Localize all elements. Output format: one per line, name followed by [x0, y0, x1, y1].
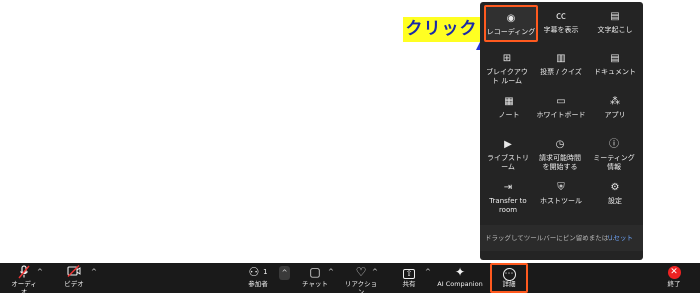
- menu-item-label: ホワイトボード: [536, 111, 586, 119]
- menu-item-polls[interactable]: ▥ 投票 / クイズ: [534, 53, 588, 77]
- share-icon: ⇧: [398, 265, 420, 280]
- share-label: 共有: [402, 280, 416, 288]
- menu-item-label: 請求可能時間を開始する: [539, 154, 581, 171]
- chat-button[interactable]: ▢ チャット: [302, 265, 328, 288]
- cc-icon: ㏄: [556, 11, 566, 22]
- menu-item-whiteboard[interactable]: ▭ ホワイトボード: [534, 96, 588, 120]
- more-menu-panel: ◉ レコーディング ㏄ 字幕を表示 ▤ 文字起こし ⊞ ブレイクアウト ルーム …: [480, 2, 643, 260]
- billable-time-icon: ◷: [555, 139, 565, 150]
- more-button[interactable]: ⋯ 詳細: [492, 265, 526, 288]
- meeting-toolbar: オーディオ ^ ビデオ ^ ⚇ 1 参加者 ^ ▢ チャット ^ ♡ リアクショ…: [0, 263, 700, 293]
- menu-item-label: ホストツール: [540, 197, 582, 205]
- panel-footer: ドラッグしてツールバーにピン留めまたは... リセット: [480, 225, 643, 251]
- breakout-rooms-icon: ⊞: [502, 53, 512, 64]
- menu-item-settings[interactable]: ⚙ 設定: [588, 182, 642, 206]
- menu-item-label: 投票 / クイズ: [540, 68, 582, 76]
- chat-options-caret[interactable]: ^: [328, 268, 334, 276]
- video-off-glyph: [67, 265, 81, 277]
- menu-item-recording[interactable]: ◉ レコーディング: [484, 5, 538, 42]
- menu-item-label: ブレイクアウト ルーム: [486, 68, 528, 85]
- transcript-icon: ▤: [610, 11, 620, 22]
- menu-item-host-tools[interactable]: ⛨ ホストツール: [534, 182, 588, 206]
- livestream-icon: ▶: [504, 139, 512, 150]
- mic-muted-glyph: [18, 265, 30, 279]
- menu-item-billable-time[interactable]: ◷ 請求可能時間を開始する: [536, 139, 584, 172]
- share-options-caret[interactable]: ^: [425, 268, 431, 276]
- video-options-caret[interactable]: ^: [91, 268, 97, 276]
- participant-count: 1: [263, 268, 268, 276]
- ai-companion-label: AI Companion: [437, 280, 483, 288]
- menu-item-label: ライブストリーム: [487, 154, 529, 171]
- menu-item-transfer-to-room[interactable]: ⇥ Transfer to room: [484, 182, 532, 215]
- menu-item-label: Transfer to room: [489, 197, 527, 214]
- menu-item-notes[interactable]: ▦ ノート: [482, 96, 536, 120]
- share-button[interactable]: ⇧ 共有: [398, 265, 420, 288]
- menu-item-label: レコーディング: [486, 28, 536, 36]
- more-icon: ⋯: [502, 268, 516, 281]
- menu-item-apps[interactable]: ⁂ アプリ: [588, 96, 642, 120]
- end-icon: ✕: [667, 266, 681, 279]
- menu-item-breakout-rooms[interactable]: ⊞ ブレイクアウト ルーム: [484, 53, 530, 86]
- mic-muted-icon: [8, 265, 40, 280]
- menu-item-captions[interactable]: ㏄ 字幕を表示: [534, 11, 588, 35]
- chat-icon: ▢: [309, 265, 321, 279]
- participants-button[interactable]: ⚇ 1 参加者: [243, 265, 273, 288]
- reset-link[interactable]: リセット: [607, 225, 633, 251]
- menu-item-livestream[interactable]: ▶ ライブストリーム: [484, 139, 532, 172]
- info-icon: ⓘ: [609, 139, 619, 150]
- audio-options-caret[interactable]: ^: [37, 268, 43, 276]
- video-off-icon: [60, 265, 88, 280]
- menu-item-label: 字幕を表示: [543, 26, 579, 34]
- menu-item-label: ノート: [498, 111, 520, 119]
- whiteboard-icon: ▭: [556, 96, 566, 107]
- end-label: 終了: [667, 280, 681, 288]
- pin-hint-text: ドラッグしてツールバーにピン留めまたは...: [485, 234, 615, 242]
- participants-icon: ⚇ 1: [248, 265, 268, 279]
- apps-icon: ⁂: [610, 96, 620, 107]
- settings-icon: ⚙: [610, 182, 620, 193]
- reactions-label: リアクション: [344, 280, 378, 293]
- menu-item-label: 設定: [608, 197, 622, 205]
- menu-item-transcript[interactable]: ▤ 文字起こし: [588, 11, 642, 35]
- shield-icon: ⛨: [557, 182, 565, 193]
- participants-label: 参加者: [248, 280, 268, 288]
- transfer-icon: ⇥: [503, 182, 513, 193]
- participants-options-caret[interactable]: ^: [279, 266, 290, 280]
- video-label: ビデオ: [64, 280, 84, 288]
- sparkle-icon: ✦: [454, 265, 466, 279]
- menu-item-label: 文字起こし: [597, 26, 633, 34]
- polls-icon: ▥: [556, 53, 566, 64]
- menu-item-meeting-info[interactable]: ⓘ ミーティング情報: [590, 139, 638, 172]
- chat-label: チャット: [302, 280, 328, 288]
- end-button[interactable]: ✕ 終了: [664, 265, 684, 288]
- reactions-options-caret[interactable]: ^: [372, 268, 378, 276]
- more-label: 詳細: [502, 280, 516, 288]
- menu-item-label: ミーティング情報: [593, 154, 635, 171]
- ai-companion-button[interactable]: ✦ AI Companion: [436, 265, 484, 288]
- document-icon: ▤: [610, 53, 620, 64]
- annotation-label: クリック: [403, 17, 480, 42]
- menu-item-documents[interactable]: ▤ ドキュメント: [588, 53, 642, 77]
- menu-item-label: アプリ: [604, 111, 626, 119]
- audio-label: オーディオ: [11, 280, 37, 293]
- record-icon: ◉: [506, 13, 516, 24]
- audio-button[interactable]: オーディオ: [8, 265, 40, 293]
- notes-icon: ▦: [504, 96, 514, 107]
- menu-item-label: ドキュメント: [594, 68, 636, 76]
- video-button[interactable]: ビデオ: [60, 265, 88, 288]
